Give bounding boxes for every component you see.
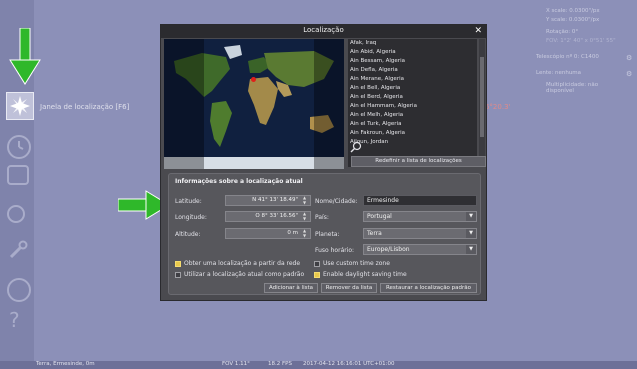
location-dialog: Localização ✕ Afak, Iraq Ain Abid, Alger… bbox=[160, 24, 487, 301]
world-map[interactable] bbox=[164, 39, 344, 169]
add-to-list-button[interactable]: Adicionar à lista bbox=[264, 283, 318, 293]
chevron-down-icon[interactable]: ▼ bbox=[466, 229, 476, 238]
country-label: País: bbox=[315, 214, 329, 221]
longitude-spin-icon[interactable]: ▲ ▼ bbox=[300, 211, 309, 221]
compass-star-icon bbox=[10, 96, 30, 116]
search-icon[interactable] bbox=[350, 141, 362, 153]
altitude-value: 0 m bbox=[287, 230, 298, 236]
status-datetime: 2017-04-12 16:16:01 UTC+01:00 bbox=[303, 361, 395, 367]
status-fps: 18.2 FPS bbox=[268, 361, 292, 367]
astro-calc-icon[interactable] bbox=[7, 278, 31, 302]
list-item[interactable]: Afak, Iraq bbox=[350, 40, 376, 46]
longitude-value: O 8° 33' 16.56" bbox=[255, 213, 298, 219]
city-list-scrollbar[interactable] bbox=[479, 39, 485, 167]
rotation-sub-text: FOV: 1°2' 40" x 0°51' 55" bbox=[546, 38, 616, 44]
longitude-field[interactable]: O 8° 33' 16.56" ▲ ▼ bbox=[225, 211, 311, 222]
status-fov: FOV 1.11° bbox=[222, 361, 250, 367]
network-location-checkbox[interactable] bbox=[175, 261, 181, 267]
world-map-image bbox=[164, 39, 344, 169]
location-tooltip: Janela de localização [F6] bbox=[40, 103, 130, 111]
current-location-group: Informações sobre a localização atual La… bbox=[168, 173, 481, 295]
clock-icon[interactable] bbox=[7, 135, 31, 159]
chevron-down-icon[interactable]: ▼ bbox=[466, 212, 476, 221]
latitude-label: Latitude: bbox=[175, 198, 202, 205]
close-button[interactable]: ✕ bbox=[474, 25, 482, 37]
search-tool-icon[interactable] bbox=[7, 205, 25, 223]
latitude-field[interactable]: N 41° 13' 18.49" ▲ ▼ bbox=[225, 195, 311, 206]
multiplicity-text: Multiplicidade: não disponível bbox=[546, 82, 599, 94]
list-item[interactable]: Ain el Berd, Algeria bbox=[350, 94, 403, 100]
help-icon[interactable]: ? bbox=[9, 308, 20, 332]
lens-text: Lente: nenhuma bbox=[536, 70, 582, 76]
name-label: Nome/Cidade: bbox=[315, 198, 358, 205]
timezone-select[interactable]: Europe/Lisbon ▼ bbox=[363, 244, 477, 255]
next-telescope-icon[interactable]: ⚙ bbox=[626, 54, 632, 62]
sky-view-icon[interactable] bbox=[7, 165, 29, 185]
network-location-label: Obter uma localização a partir da rede bbox=[184, 260, 301, 267]
list-item[interactable]: Ain el Hammam, Algeria bbox=[350, 103, 417, 109]
list-item[interactable]: Ain el Melh, Algeria bbox=[350, 112, 403, 118]
remove-from-list-button[interactable]: Remover da lista bbox=[321, 283, 377, 293]
next-lens-icon[interactable]: ⚙ bbox=[626, 70, 632, 78]
green-arrow-down bbox=[9, 28, 41, 85]
section-heading: Informações sobre a localização atual bbox=[175, 178, 303, 185]
reset-list-button[interactable]: Redefinir a lista de localizações bbox=[351, 156, 486, 167]
planet-select[interactable]: Terra ▼ bbox=[363, 228, 477, 239]
list-item[interactable]: Ain Bessam, Algeria bbox=[350, 58, 405, 64]
country-select[interactable]: Portugal ▼ bbox=[363, 211, 477, 222]
list-item[interactable]: Ain Merane, Algeria bbox=[350, 76, 404, 82]
telescope-info-panel: X scale: 0.0300"/px Y scale: 0.0300"/px … bbox=[526, 0, 637, 110]
location-window-button[interactable] bbox=[6, 92, 34, 120]
status-location: Terra, Ermesinde, 0m bbox=[36, 361, 95, 367]
custom-timezone-label: Use custom time zone bbox=[323, 260, 390, 267]
latitude-value: N 41° 13' 18.49" bbox=[252, 197, 298, 203]
dst-label: Enable daylight saving time bbox=[323, 271, 407, 278]
list-item[interactable]: Ain el Turk, Algeria bbox=[350, 121, 401, 127]
status-bar: Terra, Ermesinde, 0m FOV 1.11° 18.2 FPS … bbox=[0, 361, 637, 369]
list-item[interactable]: Ain Fakroun, Algeria bbox=[350, 130, 405, 136]
altitude-field[interactable]: 0 m ▲ ▼ bbox=[225, 228, 311, 239]
list-item[interactable]: Ain Abid, Algeria bbox=[350, 49, 396, 55]
planet-value: Terra bbox=[367, 230, 382, 237]
rotation-text: Rotação: 0° bbox=[546, 29, 579, 35]
country-value: Portugal bbox=[367, 213, 392, 220]
altitude-spin-icon[interactable]: ▲ ▼ bbox=[300, 228, 309, 238]
restore-default-button[interactable]: Restaurar a localização padrão bbox=[380, 283, 477, 293]
city-list[interactable]: Afak, Iraq Ain Abid, Algeria Ain Bessam,… bbox=[348, 39, 477, 167]
city-name-input[interactable]: Ermesinde bbox=[363, 195, 477, 206]
chevron-down-icon[interactable]: ▼ bbox=[466, 245, 476, 254]
latitude-spin-icon[interactable]: ▲ ▼ bbox=[300, 195, 309, 205]
default-location-label: Utilizar a localização atual como padrão bbox=[184, 271, 305, 278]
dst-checkbox[interactable] bbox=[314, 272, 320, 278]
dialog-titlebar[interactable]: Localização ✕ bbox=[161, 25, 486, 38]
list-item[interactable]: Ain el Bell, Algeria bbox=[350, 85, 400, 91]
list-item[interactable]: Ain Defla, Algeria bbox=[350, 67, 398, 73]
altitude-label: Altitude: bbox=[175, 231, 201, 238]
timezone-label: Fuso horário: bbox=[315, 247, 355, 254]
telescope-text: Telescópio nº 0: C1400 bbox=[536, 54, 599, 60]
longitude-label: Longitude: bbox=[175, 214, 207, 221]
x-scale-text: X scale: 0.0300"/px bbox=[546, 8, 600, 14]
default-location-checkbox[interactable] bbox=[175, 272, 181, 278]
scrollbar-thumb[interactable] bbox=[480, 57, 484, 137]
wrench-icon[interactable] bbox=[8, 240, 28, 260]
timezone-value: Europe/Lisbon bbox=[367, 246, 410, 253]
planet-label: Planeta: bbox=[315, 231, 340, 238]
custom-timezone-checkbox[interactable] bbox=[314, 261, 320, 267]
y-scale-text: Y scale: 0.0300"/px bbox=[546, 17, 600, 23]
dialog-title: Localização bbox=[303, 26, 344, 34]
location-marker bbox=[251, 77, 256, 82]
